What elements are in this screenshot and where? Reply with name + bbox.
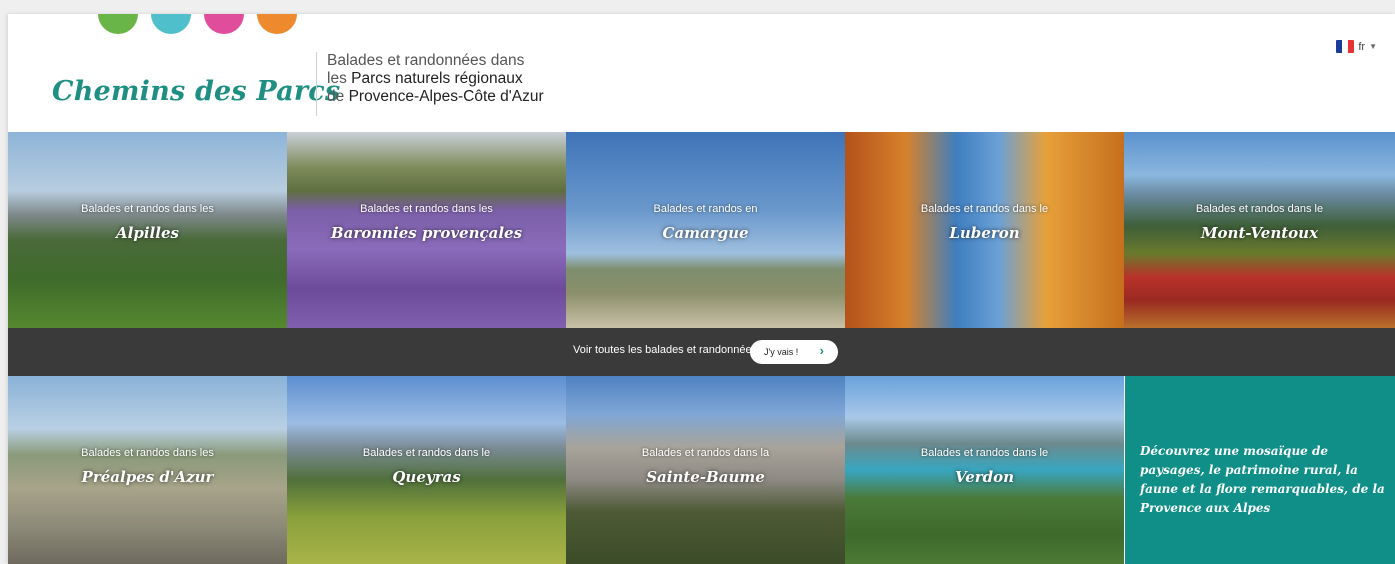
park-tile-prealpes-azur[interactable]: Balades et randos dans les Préalpes d'Az… xyxy=(8,376,287,564)
tile-park-name: Sainte-Baume xyxy=(646,468,765,486)
tile-prefix: Balades et randos dans le xyxy=(362,447,491,459)
tagline-line-2: les Parcs naturels régionaux xyxy=(327,70,544,88)
park-tile-luberon[interactable]: Balades et randos dans le Luberon xyxy=(845,132,1124,328)
french-flag-icon xyxy=(1336,40,1355,53)
tagline-line-1: Balades et randonnées dans xyxy=(327,52,525,69)
park-tile-verdon[interactable]: Balades et randos dans le Verdon xyxy=(845,376,1124,564)
tile-park-name: Queyras xyxy=(392,468,461,486)
tagline-line-3: de Provence-Alpes-Côte d'Azur xyxy=(327,88,544,106)
tile-prefix: Balades et randos dans les xyxy=(81,447,214,459)
tile-prefix: Balades et randos dans le xyxy=(920,447,1049,459)
all-hikes-text: Voir toutes les balades et randonnées xyxy=(573,344,758,356)
tile-prefix: Balades et randos dans la xyxy=(641,447,770,459)
caret-down-icon: ▼ xyxy=(1369,42,1377,51)
tile-prefix: Balades et randos en xyxy=(653,203,758,215)
page-frame: Chemins des Parcs Balades et randonnées … xyxy=(8,14,1395,564)
park-tile-queyras[interactable]: Balades et randos dans le Queyras xyxy=(287,376,566,564)
site-logo[interactable]: Chemins des Parcs xyxy=(52,76,340,107)
tile-prefix: Balades et randos dans les xyxy=(81,203,214,215)
tile-park-name: Alpilles xyxy=(116,224,179,242)
blue-dot xyxy=(151,14,191,34)
promo-text: Découvrez une mosaïque de paysages, le p… xyxy=(1140,444,1385,515)
tagline-prefix: les xyxy=(327,70,352,87)
tile-prefix: Balades et randos dans le xyxy=(920,203,1049,215)
tagline-prefix: de xyxy=(327,88,349,105)
go-button-label: J'y vais ! xyxy=(764,347,799,357)
tile-park-name: Luberon xyxy=(949,224,1020,242)
park-tile-camargue[interactable]: Balades et randos en Camargue xyxy=(566,132,845,328)
tagline-region: Provence-Alpes-Côte d'Azur xyxy=(348,88,544,105)
orange-dot xyxy=(257,14,297,34)
go-button[interactable]: J'y vais ! › xyxy=(750,340,838,364)
tagline-parks: Parcs naturels régionaux xyxy=(351,70,523,87)
tile-park-name: Baronnies provençales xyxy=(330,224,523,242)
language-selector[interactable]: fr ▼ xyxy=(1336,40,1377,53)
chevron-right-icon: › xyxy=(819,343,824,358)
header-divider xyxy=(316,52,317,116)
tile-prefix: Balades et randos dans les xyxy=(360,203,493,215)
tile-park-name: Camargue xyxy=(662,224,749,242)
park-tile-baronnies[interactable]: Balades et randos dans les Baronnies pro… xyxy=(287,132,566,328)
tile-park-name: Verdon xyxy=(954,468,1015,486)
site-tagline: Balades et randonnées dans les Parcs nat… xyxy=(327,52,544,106)
park-tile-alpilles[interactable]: Balades et randos dans les Alpilles xyxy=(8,132,287,328)
park-tile-sainte-baume[interactable]: Balades et randos dans la Sainte-Baume xyxy=(566,376,845,564)
all-hikes-band: Voir toutes les balades et randonnées J'… xyxy=(8,328,1395,376)
promo-panel: Découvrez une mosaïque de paysages, le p… xyxy=(1125,376,1395,564)
green-dot xyxy=(98,14,138,34)
tile-prefix: Balades et randos dans le xyxy=(1195,203,1324,215)
pink-dot xyxy=(204,14,244,34)
language-code: fr xyxy=(1358,40,1366,53)
tile-park-name: Préalpes d'Azur xyxy=(81,468,214,486)
tile-park-name: Mont-Ventoux xyxy=(1200,224,1319,242)
park-tile-mont-ventoux[interactable]: Balades et randos dans le Mont-Ventoux xyxy=(1124,132,1395,328)
